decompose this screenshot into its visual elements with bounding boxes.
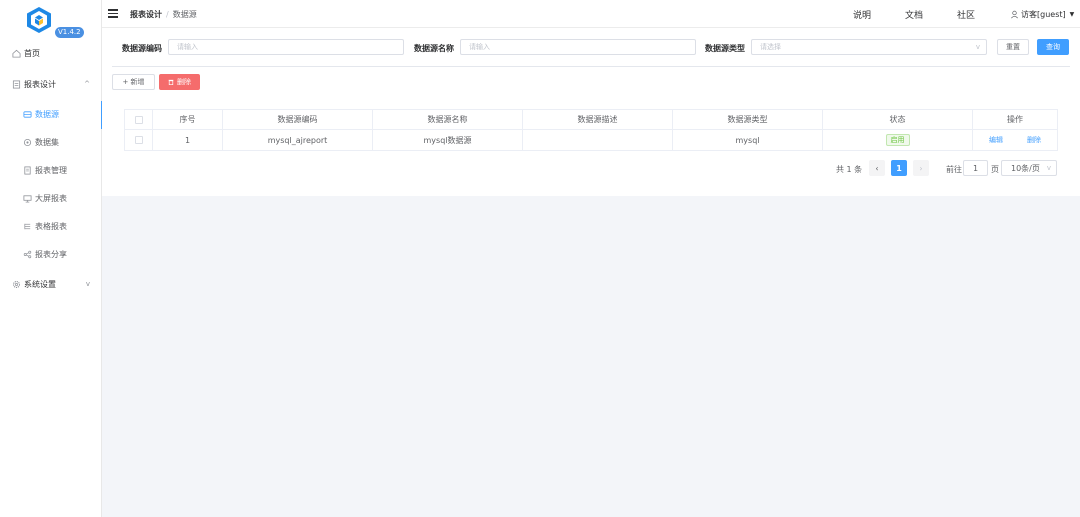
sidebar-item-report-design[interactable]: 报表设计 ^ <box>0 71 102 97</box>
cell-type: mysql <box>673 130 823 150</box>
filter-code-label: 数据源编码 <box>122 44 162 53</box>
header-cell: 数据源类型 <box>673 110 823 129</box>
chevron-left-icon: ‹ <box>875 163 879 173</box>
sidebar-item-label: 系统设置 <box>24 279 56 289</box>
sidebar-item-label: 首页 <box>24 48 40 58</box>
delete-button[interactable]: 删除 <box>159 74 200 90</box>
breadcrumb-item[interactable]: 报表设计 <box>130 10 162 19</box>
cell-status: 启用 <box>823 130 973 150</box>
edit-link[interactable]: 编辑 <box>989 135 1003 145</box>
divider <box>112 66 1070 67</box>
report-manage-icon <box>22 165 32 175</box>
header-cell: 数据源名称 <box>373 110 523 129</box>
cell-desc <box>523 130 673 150</box>
name-input[interactable]: 请输入 <box>460 39 696 55</box>
gear-icon <box>11 279 21 289</box>
chevron-up-icon: ^ <box>84 80 90 88</box>
dataset-icon <box>22 137 32 147</box>
header-cell-checkbox <box>125 110 153 129</box>
sidebar-item-home[interactable]: 首页 <box>0 40 102 66</box>
sidebar-item-report-share[interactable]: 报表分享 <box>0 241 102 267</box>
header-cell: 数据源编码 <box>223 110 373 129</box>
reset-button[interactable]: 重置 <box>997 39 1029 55</box>
datasource-icon <box>22 109 32 119</box>
top-header: 报表设计 / 数据源 说明 文档 社区 访客[guest] ▼ <box>102 0 1080 28</box>
goto-page-input[interactable]: 1 <box>963 160 988 176</box>
type-select[interactable]: 请选择 v <box>751 39 987 55</box>
trash-icon <box>168 79 174 85</box>
filter-type-label: 数据源类型 <box>705 44 745 53</box>
breadcrumb: 报表设计 / 数据源 <box>130 9 197 20</box>
prev-page-button[interactable]: ‹ <box>869 160 885 176</box>
row-checkbox-cell <box>125 130 153 150</box>
next-page-button[interactable]: › <box>913 160 929 176</box>
caret-down-icon: ▼ <box>1069 11 1075 18</box>
table-header-row: 序号 数据源编码 数据源名称 数据源描述 数据源类型 状态 操作 <box>125 110 1057 130</box>
cell-name: mysql数据源 <box>373 130 523 150</box>
version-badge: V1.4.2 <box>55 27 84 38</box>
chevron-right-icon: › <box>919 163 923 173</box>
header-cell: 状态 <box>823 110 973 129</box>
user-name: 访客[guest] <box>1021 10 1066 19</box>
breadcrumb-current: 数据源 <box>172 10 197 19</box>
sidebar-item-report-manage[interactable]: 报表管理 <box>0 157 102 183</box>
table-icon <box>22 221 32 231</box>
delete-link[interactable]: 删除 <box>1027 135 1041 145</box>
user-icon <box>1011 10 1018 19</box>
chevron-down-icon: v <box>85 280 90 288</box>
code-input[interactable]: 请输入 <box>168 39 404 55</box>
header-cell: 操作 <box>1007 115 1023 124</box>
cell-code: mysql_ajreport <box>223 130 373 150</box>
home-icon <box>11 48 21 58</box>
hamburger-icon[interactable] <box>108 9 118 18</box>
page-number-button[interactable]: 1 <box>891 160 907 176</box>
logo-icon <box>27 7 51 33</box>
header-link-docs[interactable]: 文档 <box>905 8 923 21</box>
sidebar-item-table-report[interactable]: 表格报表 <box>0 213 102 239</box>
sidebar-item-screen-report[interactable]: 大屏报表 <box>0 185 102 211</box>
breadcrumb-separator: / <box>166 10 169 19</box>
goto-prefix: 前往 <box>946 165 962 174</box>
cell-index: 1 <box>153 130 223 150</box>
header-link-community[interactable]: 社区 <box>957 8 975 21</box>
sidebar-item-label: 数据集 <box>35 137 59 147</box>
sidebar-item-label: 数据源 <box>35 109 59 119</box>
share-icon <box>22 249 32 259</box>
sidebar-item-label: 报表管理 <box>35 165 67 175</box>
cell-actions: 编辑 删除 <box>973 130 1057 150</box>
row-checkbox[interactable] <box>134 136 143 144</box>
sidebar: V1.4.2 首页 报表设计 ^ 数据源 数据集 报表管理 大屏报表 表格报表 … <box>0 0 103 517</box>
header-link-instructions[interactable]: 说明 <box>853 8 871 21</box>
status-badge: 启用 <box>885 134 910 146</box>
report-design-icon <box>11 79 21 89</box>
main-content: 数据源编码 请输入 数据源名称 请输入 数据源类型 请选择 v 重置 查询 + … <box>102 28 1080 517</box>
sidebar-item-label: 大屏报表 <box>35 193 67 203</box>
page-size-value: 10条/页 <box>1011 163 1040 173</box>
sidebar-item-label: 报表分享 <box>35 249 67 259</box>
page-size-select[interactable]: 10条/页 v <box>1001 160 1057 176</box>
content-panel: 数据源编码 请输入 数据源名称 请输入 数据源类型 请选择 v 重置 查询 + … <box>102 28 1080 196</box>
header-cell: 数据源描述 <box>523 110 673 129</box>
chevron-down-icon: v <box>975 43 980 51</box>
sidebar-item-label: 报表设计 <box>24 79 56 89</box>
add-button[interactable]: + 新增 <box>112 74 155 90</box>
type-select-placeholder: 请选择 <box>760 43 781 51</box>
sidebar-item-datasource[interactable]: 数据源 <box>0 101 103 129</box>
sidebar-item-system-settings[interactable]: 系统设置 v <box>0 271 102 297</box>
sidebar-item-dataset[interactable]: 数据集 <box>0 129 102 155</box>
pagination-total: 共 1 条 <box>836 165 863 174</box>
goto-suffix: 页 <box>991 165 999 174</box>
user-menu[interactable]: 访客[guest] ▼ <box>1010 9 1074 20</box>
query-button[interactable]: 查询 <box>1037 39 1069 55</box>
table-row: 1 mysql_ajreport mysql数据源 mysql 启用 编辑 删除 <box>125 130 1057 150</box>
sidebar-item-label: 表格报表 <box>35 221 67 231</box>
filter-name-label: 数据源名称 <box>414 44 454 53</box>
screen-icon <box>22 193 32 203</box>
select-all-checkbox[interactable] <box>134 115 143 124</box>
datasource-table: 序号 数据源编码 数据源名称 数据源描述 数据源类型 状态 操作 1 mysql… <box>124 109 1058 151</box>
delete-label: 删除 <box>177 78 191 86</box>
chevron-down-icon: v <box>1046 164 1051 172</box>
header-cell: 序号 <box>153 110 223 129</box>
